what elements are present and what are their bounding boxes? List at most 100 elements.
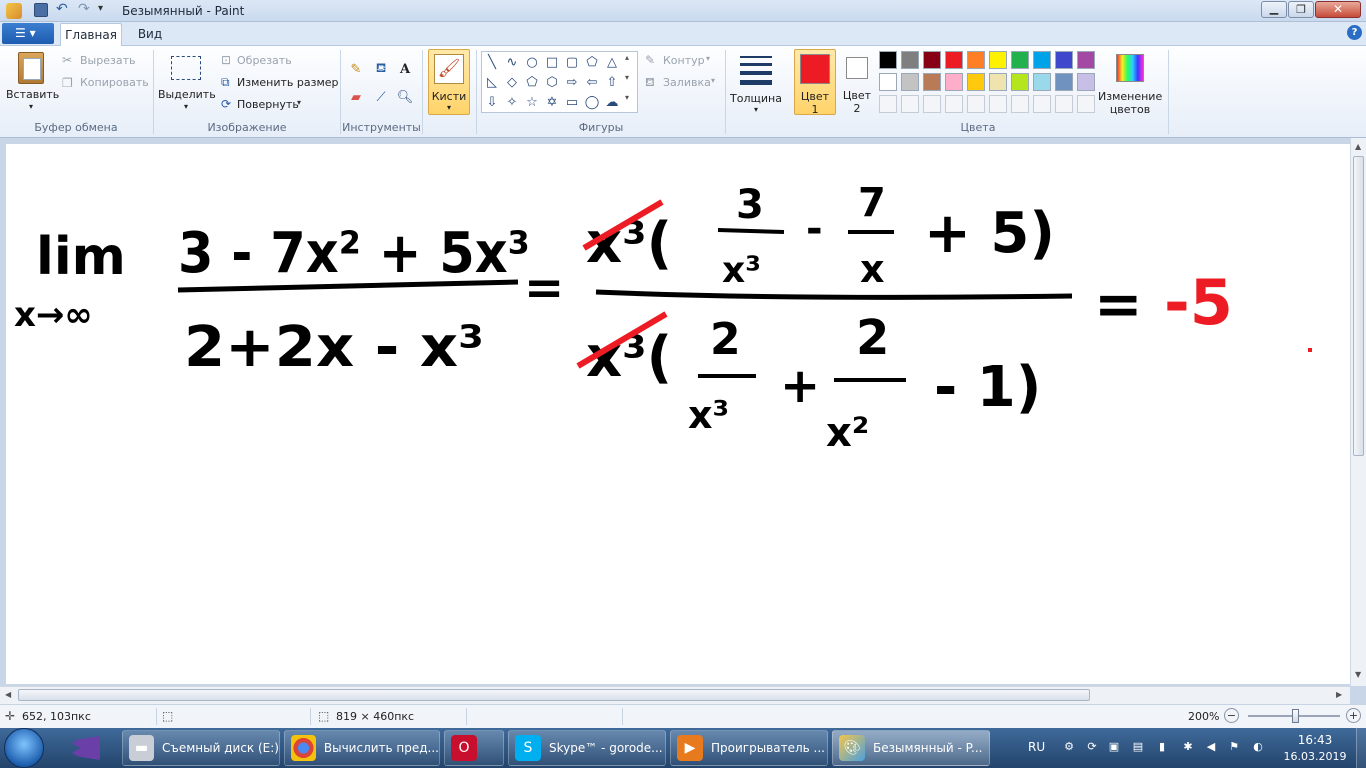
polygon-shape-icon[interactable]: ⬠ [583, 53, 601, 71]
visual-studio-icon[interactable] [72, 736, 100, 760]
palette-swatch[interactable] [989, 51, 1007, 69]
custom-color-slot[interactable] [879, 95, 897, 113]
copy-button[interactable]: Копировать [80, 76, 149, 89]
zoom-slider[interactable] [1248, 709, 1340, 723]
tray-icon-1[interactable]: ⚙ [1062, 740, 1076, 754]
taskbar-item-chrome[interactable]: Вычислить пред... [284, 730, 440, 766]
undo-icon[interactable]: ↶ [56, 1, 68, 17]
horizontal-scroll-thumb[interactable] [18, 689, 1090, 701]
left-arrow-shape-icon[interactable]: ⇦ [583, 73, 601, 91]
triangle-shape-icon[interactable]: △ [603, 53, 621, 71]
tray-icon-4[interactable]: ▤ [1131, 740, 1145, 754]
brushes-button[interactable]: 🖌︎ Кисти ▾ [428, 49, 470, 115]
palette-swatch[interactable] [967, 73, 985, 91]
horizontal-scrollbar[interactable]: ◀ ▶ [0, 686, 1350, 704]
magnifier-icon[interactable]: 🔍︎ [395, 87, 415, 107]
four-point-star-shape-icon[interactable]: ✧ [503, 93, 521, 111]
start-button[interactable] [4, 728, 44, 768]
oval-callout-shape-icon[interactable]: ◯ [583, 93, 601, 111]
line-shape-icon[interactable]: ╲ [483, 53, 501, 71]
taskbar-item-paint[interactable]: 🎨︎ Безымянный - P... [832, 730, 990, 766]
pentagon-shape-icon[interactable]: ⬠ [523, 73, 541, 91]
scroll-down-icon[interactable]: ▼ [1355, 670, 1361, 679]
custom-color-slot[interactable] [945, 95, 963, 113]
custom-color-slot[interactable] [989, 95, 1007, 113]
taskbar-item-skype[interactable]: S Skype™ - gorode... [508, 730, 666, 766]
text-tool-icon[interactable]: A [395, 59, 415, 79]
palette-swatch[interactable] [989, 73, 1007, 91]
show-desktop-button[interactable] [1356, 728, 1366, 768]
fill-bucket-icon[interactable]: ⛾ [371, 59, 391, 79]
down-arrow-shape-icon[interactable]: ⇩ [483, 93, 501, 111]
bluetooth-icon[interactable]: ✱ [1181, 740, 1195, 754]
help-icon[interactable]: ? [1347, 25, 1362, 40]
taskbar-item-opera[interactable]: O [444, 730, 504, 766]
close-button[interactable]: ✕ [1315, 1, 1361, 18]
palette-swatch[interactable] [901, 73, 919, 91]
palette-swatch[interactable] [1077, 73, 1095, 91]
outline-button[interactable]: Контур [663, 54, 705, 67]
custom-color-slot[interactable] [1055, 95, 1073, 113]
clock-date[interactable]: 16.03.2019 [1282, 750, 1348, 763]
palette-swatch[interactable] [1055, 51, 1073, 69]
diamond-shape-icon[interactable]: ◇ [503, 73, 521, 91]
taskbar-item-removable-disk[interactable]: ▬ Съемный диск (E:) [122, 730, 280, 766]
five-point-star-shape-icon[interactable]: ☆ [523, 93, 541, 111]
scroll-right-icon[interactable]: ▶ [1336, 690, 1342, 699]
tray-icon-3[interactable]: ▣ [1107, 740, 1121, 754]
palette-swatch[interactable] [879, 51, 897, 69]
rounded-rectangle-shape-icon[interactable]: ▢ [563, 53, 581, 71]
zoom-in-button[interactable]: + [1346, 708, 1361, 723]
minimize-button[interactable]: ▁ [1261, 1, 1287, 18]
oval-shape-icon[interactable]: ○ [523, 53, 541, 71]
pencil-icon[interactable]: ✎ [346, 59, 366, 79]
palette-swatch[interactable] [1077, 51, 1095, 69]
hexagon-shape-icon[interactable]: ⬡ [543, 73, 561, 91]
size-button[interactable]: Толщина ▾ [730, 50, 782, 116]
palette-swatch[interactable] [1011, 73, 1029, 91]
custom-color-slot[interactable] [1077, 95, 1095, 113]
zoom-slider-thumb[interactable] [1292, 709, 1299, 723]
right-triangle-shape-icon[interactable]: ◺ [483, 73, 501, 91]
cloud-callout-shape-icon[interactable]: ☁ [603, 93, 621, 111]
vertical-scrollbar[interactable]: ▲ ▼ [1350, 138, 1366, 686]
resize-button[interactable]: Изменить размер [237, 76, 339, 89]
network-icon[interactable]: ▮ [1155, 740, 1169, 754]
palette-swatch[interactable] [901, 51, 919, 69]
custom-color-slot[interactable] [923, 95, 941, 113]
vertical-scroll-thumb[interactable] [1353, 156, 1364, 456]
up-arrow-shape-icon[interactable]: ⇧ [603, 73, 621, 91]
custom-color-slot[interactable] [1033, 95, 1051, 113]
select-button[interactable]: Выделить ▾ [158, 50, 216, 116]
rotate-button[interactable]: Повернуть [237, 98, 299, 111]
maximize-button[interactable]: ❐ [1288, 1, 1314, 18]
palette-swatch[interactable] [945, 51, 963, 69]
shapes-expand-icon[interactable]: ▾ [625, 93, 629, 102]
fill-button[interactable]: Заливка [663, 76, 711, 89]
keyboard-language[interactable]: RU [1028, 740, 1045, 754]
cut-button[interactable]: Вырезать [80, 54, 135, 67]
fill-dropdown-icon[interactable]: ▾ [711, 76, 715, 85]
palette-swatch[interactable] [967, 51, 985, 69]
tab-view[interactable]: Вид [130, 27, 170, 41]
taskbar-item-player[interactable]: ▶ Проигрыватель ... [670, 730, 828, 766]
tab-home[interactable]: Главная [60, 23, 122, 46]
curve-shape-icon[interactable]: ∿ [503, 53, 521, 71]
palette-swatch[interactable] [945, 73, 963, 91]
quick-access-dropdown-icon[interactable]: ▾ [98, 3, 103, 14]
palette-swatch[interactable] [879, 73, 897, 91]
six-point-star-shape-icon[interactable]: ✡ [543, 93, 561, 111]
shapes-scroll-up-icon[interactable]: ▴ [625, 53, 629, 62]
palette-swatch[interactable] [1033, 73, 1051, 91]
edit-colors-button[interactable]: Изменение цветов [1098, 50, 1162, 116]
redo-icon[interactable]: ↷ [78, 1, 90, 17]
palette-swatch[interactable] [1011, 51, 1029, 69]
custom-color-slot[interactable] [901, 95, 919, 113]
scroll-up-icon[interactable]: ▲ [1355, 142, 1361, 151]
save-icon[interactable] [34, 3, 48, 17]
drawing-canvas[interactable]: lim x→∞ 3 - 7x² + 5x³ 2+2x - x³ = x³( 3 … [6, 144, 1350, 684]
zoom-out-button[interactable]: − [1224, 708, 1239, 723]
rectangle-shape-icon[interactable]: □ [543, 53, 561, 71]
scroll-left-icon[interactable]: ◀ [5, 690, 11, 699]
shapes-scroll-down-icon[interactable]: ▾ [625, 73, 629, 82]
